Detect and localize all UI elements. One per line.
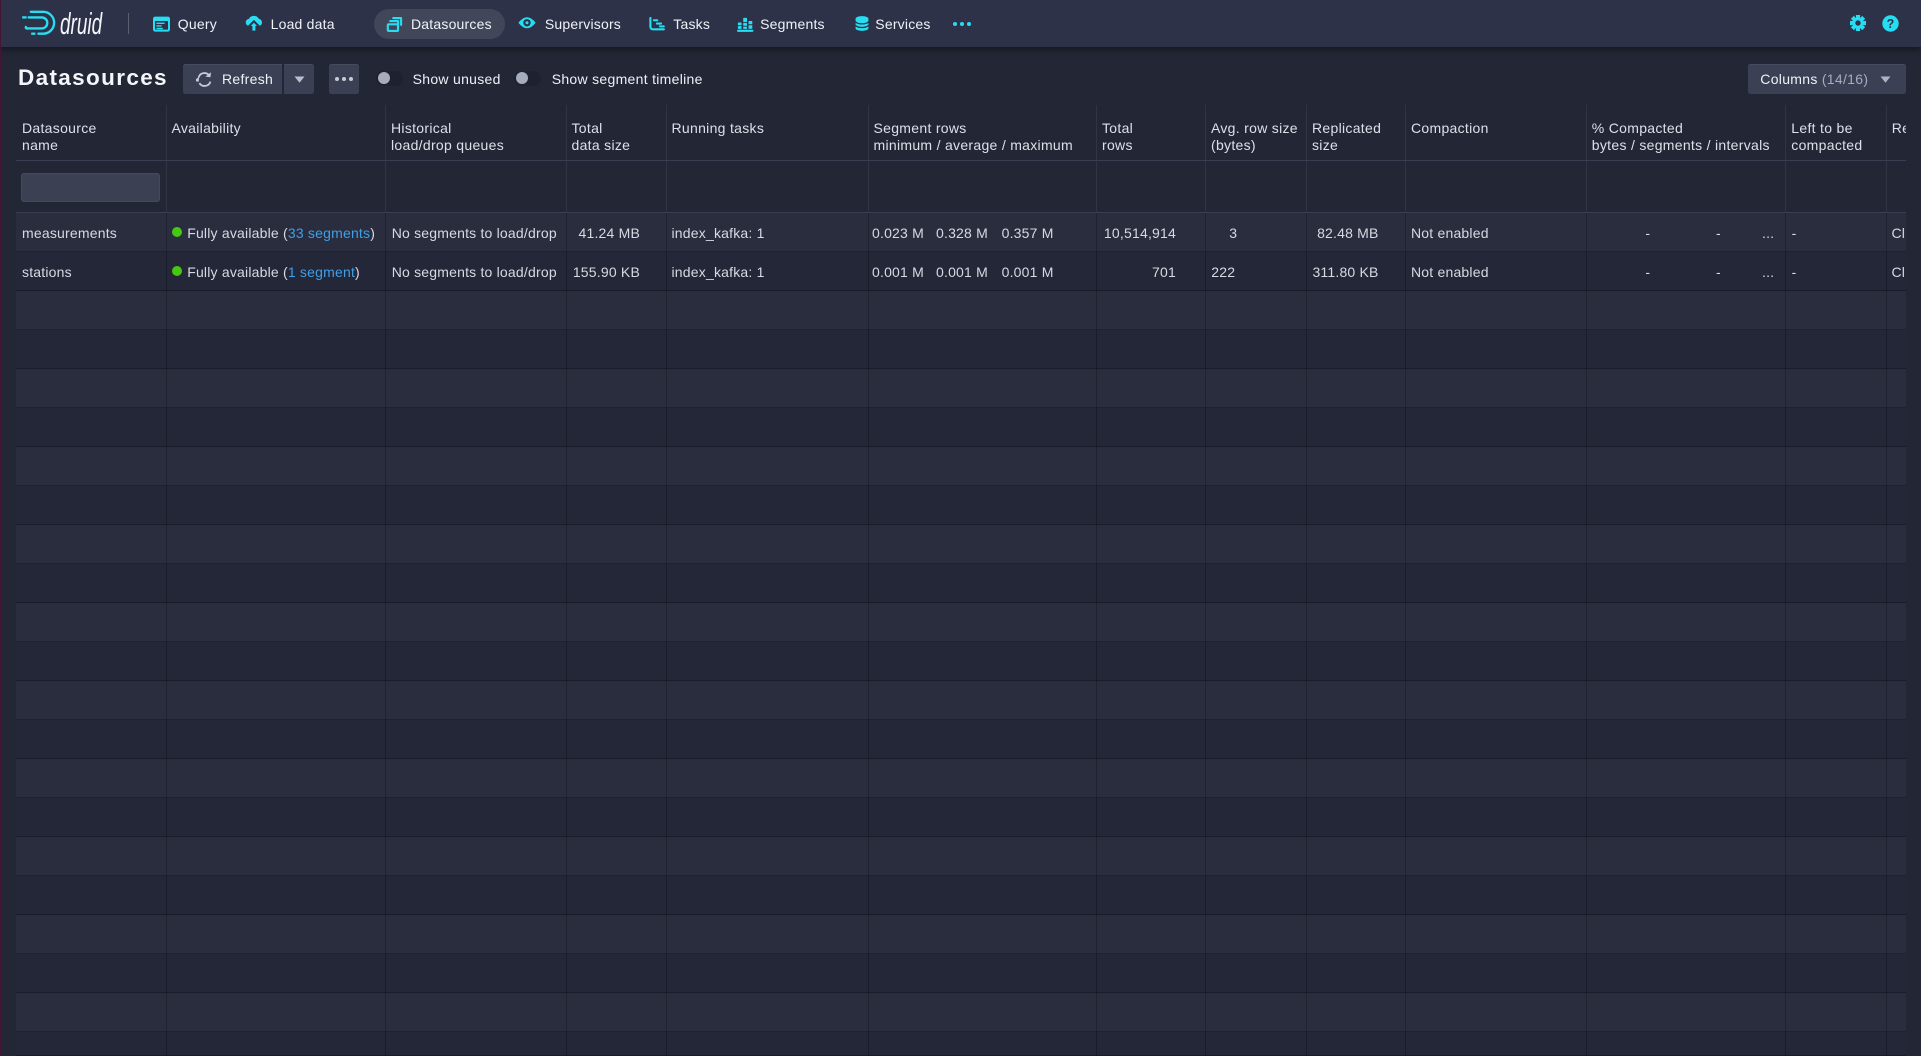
svg-text:?: ? bbox=[1886, 16, 1894, 30]
